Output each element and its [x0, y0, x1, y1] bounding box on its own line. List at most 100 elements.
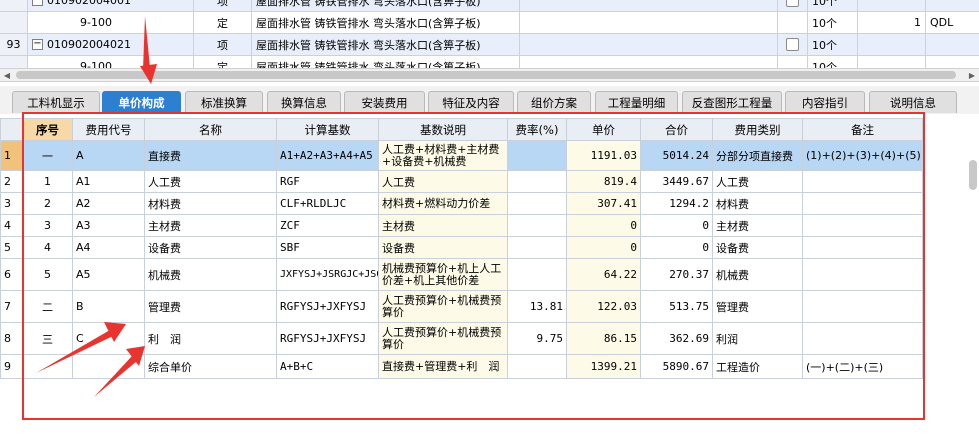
- column-header-price[interactable]: 单价: [566, 118, 641, 141]
- table-row[interactable]: 2 1 A1 人工费 RGF 人工费 819.4 3449.67 人工费: [0, 170, 923, 193]
- row-number[interactable]: 6: [0, 258, 23, 291]
- cell-code[interactable]: A3: [72, 214, 145, 237]
- cell-name[interactable]: 机械费: [144, 258, 277, 291]
- cell-price[interactable]: 64.22: [566, 258, 641, 291]
- scrollbar-thumb[interactable]: [969, 160, 977, 190]
- cell-category[interactable]: 利润: [712, 322, 803, 355]
- cell-price[interactable]: 1399.21: [566, 354, 641, 379]
- cell-name[interactable]: 设备费: [144, 236, 277, 259]
- list-item[interactable]: 9-100 定屋面排水管 铸铁管排水 弯头落水口(含箅子板) 10个 1 QDL: [0, 12, 979, 34]
- table-row[interactable]: 1 一 A 直接费 A1+A2+A3+A4+A5 人工费+材料费+主材费+设备费+机械费 1…: [0, 140, 923, 171]
- tab-9[interactable]: 反查图形工程量: [682, 91, 782, 113]
- table-row[interactable]: 7 二 B 管理费 RGFYSJ+JXFYSJ 人工费预算价+机械费预算价 13.81 122…: [0, 290, 923, 323]
- cell-base[interactable]: CLF+RLDLJC: [276, 192, 379, 215]
- cell-remark[interactable]: [802, 214, 923, 237]
- cell-rate[interactable]: [507, 192, 567, 215]
- column-header-category[interactable]: 费用类别: [712, 118, 803, 141]
- collapse-icon[interactable]: −: [32, 0, 43, 6]
- cell-code[interactable]: A: [72, 140, 145, 171]
- row-number[interactable]: 4: [0, 214, 23, 237]
- row-number[interactable]: 2: [0, 170, 23, 193]
- column-header-desc[interactable]: 基数说明: [378, 118, 508, 141]
- cell-rate[interactable]: [507, 214, 567, 237]
- cell-name[interactable]: 管理费: [144, 290, 277, 323]
- cell-price[interactable]: 122.03: [566, 290, 641, 323]
- cell-remark[interactable]: (1)+(2)+(3)+(4)+(5): [802, 140, 923, 171]
- cell-category[interactable]: 设备费: [712, 236, 803, 259]
- column-header-code[interactable]: 费用代号: [72, 118, 145, 141]
- table-row[interactable]: 3 2 A2 材料费 CLF+RLDLJC 材料费+燃料动力价差 307.41 1294.2 材…: [0, 192, 923, 215]
- cell-desc[interactable]: 人工费+材料费+主材费+设备费+机械费: [378, 140, 508, 171]
- cell-rate[interactable]: 9.75: [507, 322, 567, 355]
- checkbox[interactable]: [786, 38, 799, 51]
- column-header-seq[interactable]: 序号: [22, 118, 73, 141]
- cell-total[interactable]: 3449.67: [640, 170, 713, 193]
- row-number[interactable]: 3: [0, 192, 23, 215]
- tab-8[interactable]: 工程量明细: [595, 91, 678, 113]
- collapse-icon[interactable]: −: [32, 39, 43, 50]
- cell-rate[interactable]: [507, 354, 567, 379]
- row-number[interactable]: 8: [0, 322, 23, 355]
- cell-rate[interactable]: [507, 140, 567, 171]
- cell-remark[interactable]: [802, 170, 923, 193]
- cell-seq[interactable]: 2: [22, 192, 73, 215]
- cell-total[interactable]: 0: [640, 214, 713, 237]
- cell-code[interactable]: B: [72, 290, 145, 323]
- cell-desc[interactable]: 机械费预算价+机上人工价差+机上其他价差: [378, 258, 508, 291]
- cell-base[interactable]: ZCF: [276, 214, 379, 237]
- cell-total[interactable]: 5014.24: [640, 140, 713, 171]
- cell-category[interactable]: 管理费: [712, 290, 803, 323]
- table-row[interactable]: 6 5 A5 机械费 JXFYSJ+JSRGJC+JSQTJC 机械费预算价+机上人工价差…: [0, 258, 923, 291]
- cell-desc[interactable]: 材料费+燃料动力价差: [378, 192, 508, 215]
- cell-code[interactable]: [72, 354, 145, 379]
- cell-price[interactable]: 0: [566, 214, 641, 237]
- cell-seq[interactable]: 一: [22, 140, 73, 171]
- cell-seq[interactable]: 三: [22, 322, 73, 355]
- row-number[interactable]: 7: [0, 290, 23, 323]
- cell-name[interactable]: 主材费: [144, 214, 277, 237]
- cell-price[interactable]: 307.41: [566, 192, 641, 215]
- cell-base[interactable]: SBF: [276, 236, 379, 259]
- tab-3[interactable]: 标准换算: [185, 91, 263, 113]
- cell-remark[interactable]: [802, 322, 923, 355]
- row-number[interactable]: 5: [0, 236, 23, 259]
- tab-10[interactable]: 内容指引: [785, 91, 865, 113]
- tab-5[interactable]: 安装费用: [344, 91, 425, 113]
- cell-total[interactable]: 362.69: [640, 322, 713, 355]
- cell-code[interactable]: A5: [72, 258, 145, 291]
- cell-seq[interactable]: 4: [22, 236, 73, 259]
- cell-seq[interactable]: [22, 354, 73, 379]
- cell-remark[interactable]: [802, 236, 923, 259]
- column-header-total[interactable]: 合价: [640, 118, 713, 141]
- cell-remark[interactable]: [802, 192, 923, 215]
- cell-code[interactable]: C: [72, 322, 145, 355]
- vertical-scrollbar[interactable]: [967, 160, 979, 190]
- list-item[interactable]: −010902004001项屋面排水管 铸铁管排水 弯头落水口(含箅子板)10个: [0, 0, 979, 12]
- table-row[interactable]: 9 综合单价 A+B+C 直接费+管理费+利 润 1399.21 5890.67 工程造价 (…: [0, 354, 923, 379]
- row-number[interactable]: 1: [0, 140, 23, 171]
- cell-code[interactable]: A1: [72, 170, 145, 193]
- cell-rate[interactable]: 13.81: [507, 290, 567, 323]
- cell-price[interactable]: 819.4: [566, 170, 641, 193]
- cell-seq[interactable]: 1: [22, 170, 73, 193]
- cell-total[interactable]: 270.37: [640, 258, 713, 291]
- cell-name[interactable]: 材料费: [144, 192, 277, 215]
- horizontal-scrollbar[interactable]: ◀ ▶: [0, 68, 979, 82]
- cell-name[interactable]: 综合单价: [144, 354, 277, 379]
- list-item[interactable]: 9-100 定屋面排水管 铸铁管排水 弯头落水口(含箅子板) 10个: [0, 56, 979, 68]
- cell-category[interactable]: 主材费: [712, 214, 803, 237]
- cell-name[interactable]: 直接费: [144, 140, 277, 171]
- table-row[interactable]: 8 三 C 利 润 RGFYSJ+JXFYSJ 人工费预算价+机械费预算价 9.75 86.1…: [0, 322, 923, 355]
- tab-7[interactable]: 组价方案: [517, 91, 591, 113]
- cell-desc[interactable]: 直接费+管理费+利 润: [378, 354, 508, 379]
- column-header-base[interactable]: 计算基数: [276, 118, 379, 141]
- cell-total[interactable]: 1294.2: [640, 192, 713, 215]
- cell-category[interactable]: 工程造价: [712, 354, 803, 379]
- cell-desc[interactable]: 人工费: [378, 170, 508, 193]
- cell-desc[interactable]: 主材费: [378, 214, 508, 237]
- tab-11[interactable]: 说明信息: [869, 91, 957, 113]
- cell-price[interactable]: 0: [566, 236, 641, 259]
- scrollbar-thumb[interactable]: [16, 71, 956, 79]
- cell-total[interactable]: 5890.67: [640, 354, 713, 379]
- cell-remark[interactable]: [802, 258, 923, 291]
